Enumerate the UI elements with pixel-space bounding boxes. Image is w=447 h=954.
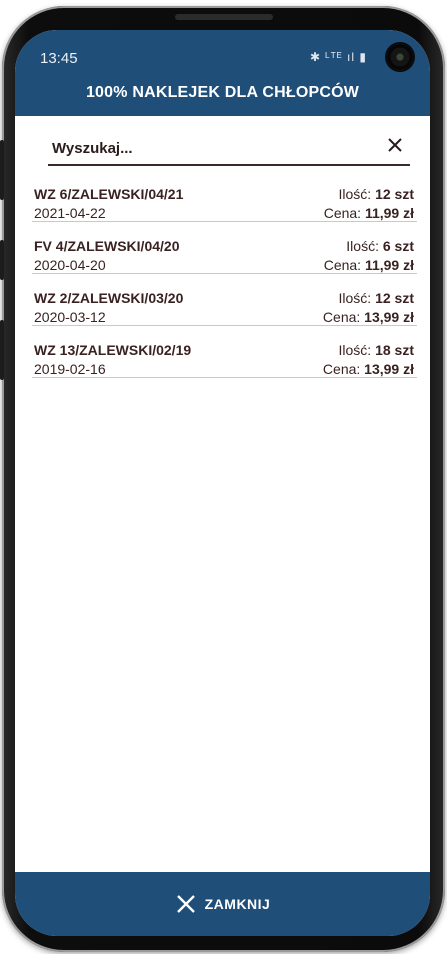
list-item[interactable]: WZ 6/ZALEWSKI/04/21 2021-04-22 Ilość: 12… (32, 170, 417, 222)
list-item[interactable]: WZ 2/ZALEWSKI/03/20 2020-03-12 Ilość: 12… (32, 274, 417, 326)
close-icon[interactable] (384, 134, 406, 156)
price-label: Cena: (323, 257, 362, 273)
quantity-value: 12 szt (375, 290, 414, 306)
price-label: Cena: (323, 205, 362, 221)
price-value: 11,99 zł (364, 257, 414, 273)
list-item[interactable]: WZ 13/ZALEWSKI/02/19 2019-02-16 Ilość: 1… (32, 326, 417, 378)
volume-button (0, 140, 4, 200)
app-screen: 13:45 ✱ ᴸᵀᴱ ıl ▮ 100% NAKLEJEK DLA CHŁOP… (15, 30, 430, 936)
close-button-label: ZAMKNIJ (204, 896, 271, 912)
quantity: Ilość: 6 szt (346, 238, 414, 254)
quantity-label: Ilość: (338, 290, 372, 306)
title-bar: 100% NAKLEJEK DLA CHŁOPCÓW (15, 74, 430, 116)
search-input[interactable] (50, 136, 374, 160)
quantity: Ilość: 18 szt (339, 342, 415, 358)
price-value: 13,99 zł (364, 309, 414, 325)
side-button-left (0, 320, 4, 380)
quantity-label: Ilość: (346, 238, 379, 254)
document-date: 2021-04-22 (34, 205, 106, 221)
price: Cena: 11,99 zł (324, 205, 414, 221)
close-button[interactable]: ZAMKNIJ (15, 872, 430, 936)
bixby-button (0, 240, 4, 280)
document-number: WZ 2/ZALEWSKI/03/20 (34, 290, 184, 306)
document-number: WZ 6/ZALEWSKI/04/21 (34, 186, 184, 202)
document-date: 2019-02-16 (34, 361, 106, 377)
list-item[interactable]: FV 4/ZALEWSKI/04/20 2020-04-20 Ilość: 6 … (32, 222, 417, 274)
quantity: Ilość: 12 szt (339, 186, 415, 202)
phone-frame: 13:45 ✱ ᴸᵀᴱ ıl ▮ 100% NAKLEJEK DLA CHŁOP… (0, 0, 447, 954)
status-time: 13:45 (40, 50, 78, 67)
price: Cena: 13,99 zł (323, 361, 414, 377)
bottom-bar: ZAMKNIJ (15, 872, 430, 936)
quantity-value: 6 szt (382, 238, 414, 254)
price: Cena: 11,99 zł (324, 257, 414, 273)
quantity-label: Ilość: (338, 342, 372, 358)
price-value: 13,99 zł (364, 361, 414, 377)
document-date: 2020-04-20 (34, 257, 106, 273)
document-number: FV 4/ZALEWSKI/04/20 (34, 238, 180, 254)
page-title: 100% NAKLEJEK DLA CHŁOPCÓW (85, 84, 360, 101)
camera-icon (387, 44, 413, 70)
quantity-value: 12 szt (375, 186, 414, 202)
quantity: Ilość: 12 szt (339, 290, 415, 306)
status-bar: 13:45 ✱ ᴸᵀᴱ ıl ▮ (15, 30, 430, 74)
document-date: 2020-03-12 (34, 309, 106, 325)
speaker-grille (175, 14, 273, 20)
price-label: Cena: (322, 309, 361, 325)
quantity-label: Ilość: (338, 186, 372, 202)
close-icon (176, 895, 195, 913)
quantity-value: 18 szt (375, 342, 414, 358)
search-bar (48, 132, 410, 166)
status-icons: ✱ ᴸᵀᴱ ıl ▮ (310, 50, 367, 64)
price-value: 11,99 zł (364, 205, 414, 221)
price: Cena: 13,99 zł (323, 309, 414, 325)
document-number: WZ 13/ZALEWSKI/02/19 (34, 342, 192, 358)
document-list: WZ 6/ZALEWSKI/04/21 2021-04-22 Ilość: 12… (32, 170, 417, 378)
price-label: Cena: (322, 361, 361, 377)
